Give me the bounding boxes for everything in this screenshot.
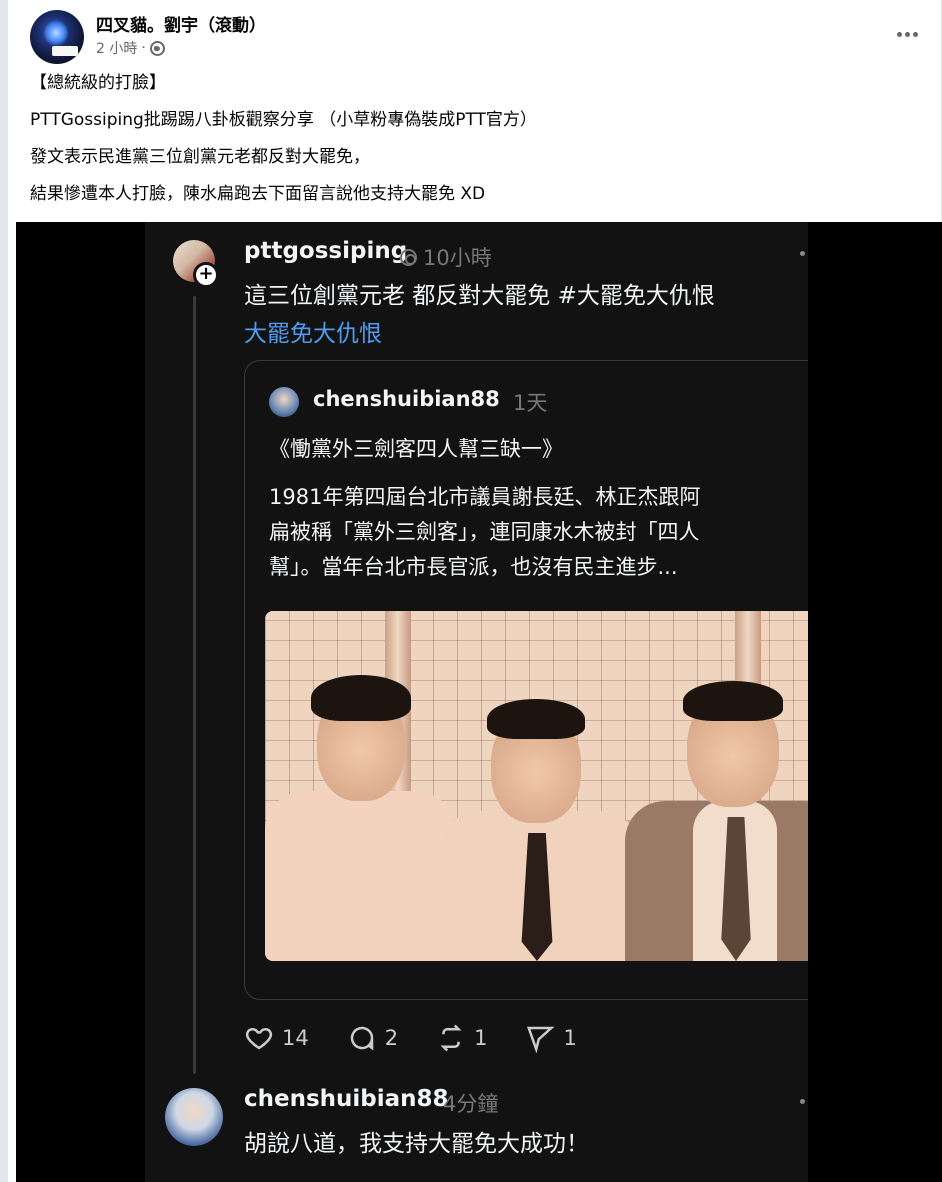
repost-icon <box>440 1024 462 1052</box>
hair <box>683 681 783 721</box>
more-dot <box>912 31 918 37</box>
quoted-time: 1天 <box>513 391 548 415</box>
person-right <box>625 611 808 961</box>
person-middle <box>435 611 645 961</box>
quoted-text-line: 扁被稱「黨外三劍客」，連同康水木被封「四人 <box>269 520 700 544</box>
post-text-line: 【總統級的打臉】 <box>30 73 166 93</box>
meta-separator: · <box>141 40 146 56</box>
quoted-text-line: 1981年第四屆台北市議員謝長廷、林正杰跟阿 <box>269 485 701 509</box>
quoted-username: chenshuibian88 <box>313 387 500 411</box>
more-dot <box>896 31 902 37</box>
like-action: 14 <box>244 1023 309 1053</box>
comment-action: 2 <box>347 1023 398 1053</box>
threads-post-body: 這三位創黨元老 都反對大罷免 #大罷免大仇恨 <box>244 283 715 309</box>
shirt <box>265 791 455 961</box>
threads-action-bar: 14 2 1 1 <box>244 1022 615 1054</box>
quoted-title: 《慟黨外三劍客四人幫三缺一》 <box>269 437 563 461</box>
author-avatar[interactable] <box>30 10 84 64</box>
heart-icon <box>245 1027 273 1050</box>
facebook-post-card: 四叉貓。劉宇（滾動） 2 小時 · 【總統級的打臉】 PTTGossiping批… <box>0 0 942 1182</box>
more-dot <box>904 31 910 37</box>
threads-screenshot: + pttgossiping 10小時 這三位創黨元老 都反對大罷免 #大罷免大… <box>145 222 808 1182</box>
post-time[interactable]: 2 小時 <box>96 38 137 58</box>
hair <box>487 699 585 739</box>
hair <box>311 675 411 721</box>
quoted-photo <box>265 611 808 961</box>
reply-body: 胡說八道，我支持大罷免大成功！ <box>244 1131 589 1157</box>
post-text-line: 結果慘遭本人打臉，陳水扁跑去下面留言說他支持大罷免 XD <box>30 184 486 204</box>
avatar-caption-tag <box>52 46 78 56</box>
reply-username: chenshuibian88 <box>244 1086 449 1112</box>
poster-username: pttgossiping <box>244 238 408 264</box>
comment-icon <box>350 1026 373 1051</box>
post-meta: 2 小時 · <box>96 38 165 58</box>
reply-time: 4分鐘 <box>443 1092 499 1116</box>
attached-screenshot[interactable]: + pttgossiping 10小時 這三位創黨元老 都反對大罷免 #大罷免大… <box>16 222 942 1182</box>
send-icon <box>527 1026 555 1053</box>
post-header: 四叉貓。劉宇（滾動） 2 小時 · <box>30 10 930 64</box>
reply-avatar <box>165 1088 223 1146</box>
post-text-line: PTTGossiping批踢踢八卦板觀察分享 （小草粉專偽裝成PTT官方） <box>30 110 537 130</box>
globe-icon[interactable] <box>149 40 165 56</box>
post-text-line: 發文表示民進黨三位創黨元老都反對大罷免， <box>30 147 370 167</box>
avatar-glow <box>44 20 68 46</box>
comment-count: 2 <box>384 1026 399 1050</box>
post-text: 【總統級的打臉】 PTTGossiping批踢踢八卦板觀察分享 （小草粉專偽裝成… <box>30 70 930 218</box>
like-count: 14 <box>282 1026 309 1050</box>
reply-menu-icon <box>800 1099 805 1104</box>
author-name[interactable]: 四叉貓。劉宇（滾動） <box>96 11 266 36</box>
thread-connector-line <box>193 296 196 1074</box>
share-action: 1 <box>525 1023 577 1053</box>
repost-action: 1 <box>436 1023 487 1053</box>
quoted-text-line: 幫」。當年台北市長官派，也沒有民主進步... <box>269 555 678 579</box>
share-count: 1 <box>563 1026 577 1050</box>
repost-count: 1 <box>474 1026 488 1050</box>
hashtag-link: 大罷免大仇恨 <box>244 321 382 347</box>
poster-meta: 10小時 <box>400 242 492 272</box>
more-options-icon[interactable] <box>892 24 922 44</box>
threads-badge-icon <box>400 248 417 266</box>
follow-plus-icon: + <box>193 262 219 288</box>
poster-time: 10小時 <box>423 246 492 270</box>
quoted-post: chenshuibian88 1天 《慟黨外三劍客四人幫三缺一》 1981年第四… <box>244 360 808 1000</box>
quoted-avatar <box>269 387 299 417</box>
post-menu-icon <box>800 251 805 256</box>
